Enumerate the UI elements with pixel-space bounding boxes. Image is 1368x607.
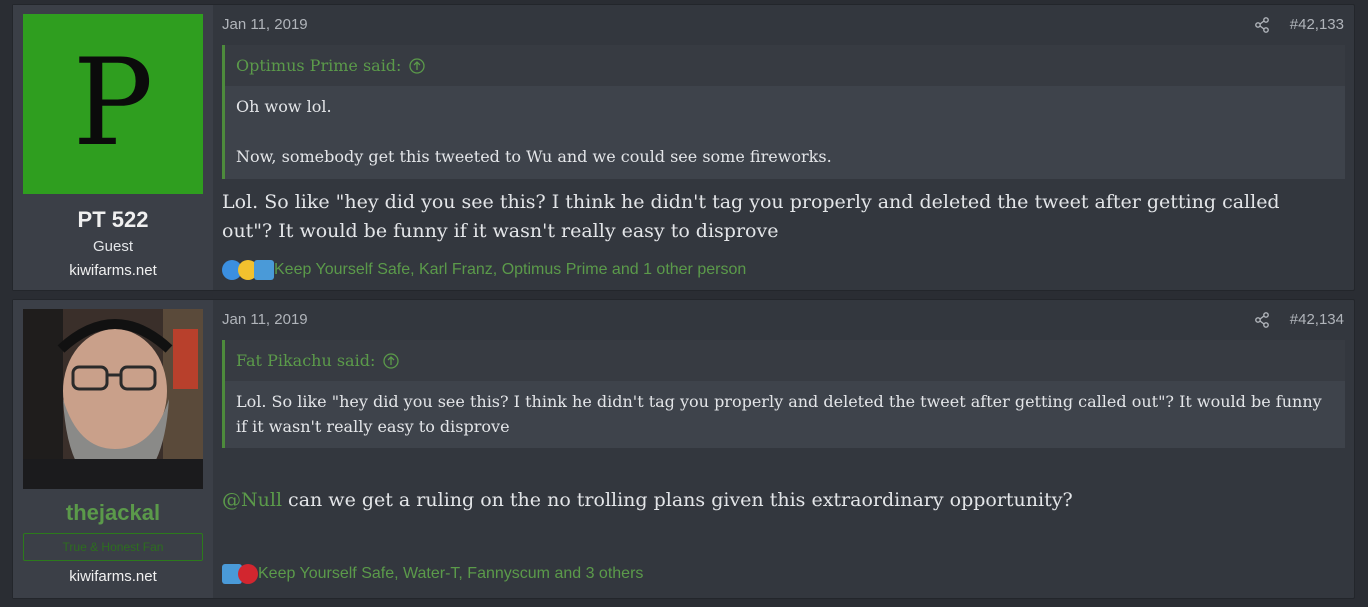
- post-number[interactable]: #42,134: [1290, 311, 1344, 328]
- reaction-users[interactable]: Keep Yourself Safe, Karl Franz, Optimus …: [274, 261, 746, 279]
- reactions-bar[interactable]: Keep Yourself Safe, Karl Franz, Optimus …: [222, 260, 746, 280]
- quote-header[interactable]: Optimus Prime said:: [225, 45, 1345, 86]
- heart-reaction-icon: [238, 564, 258, 584]
- avatar[interactable]: [23, 309, 203, 489]
- quote-header[interactable]: Fat Pikachu said:: [225, 340, 1345, 381]
- post-42134: thejackal True & Honest Fan kiwifarms.ne…: [12, 299, 1355, 599]
- avatar[interactable]: P: [23, 14, 203, 194]
- post-message: Lol. So like "hey did you see this? I th…: [222, 191, 1280, 242]
- user-pane: thejackal True & Honest Fan kiwifarms.ne…: [13, 300, 213, 598]
- user-mention-link[interactable]: @Null: [222, 489, 282, 511]
- puzzle-reaction-icon: [254, 260, 274, 280]
- message-text: can we get a ruling on the no trolling p…: [282, 489, 1073, 511]
- post-message: @Null can we get a ruling on the no trol…: [222, 486, 1332, 515]
- username[interactable]: thejackal: [13, 500, 213, 526]
- post-date[interactable]: Jan 11, 2019: [222, 16, 308, 33]
- user-site: kiwifarms.net: [69, 262, 157, 279]
- jump-to-quote-icon[interactable]: [409, 57, 426, 74]
- user-banner: True & Honest Fan: [23, 533, 203, 561]
- user-title: Guest: [92, 238, 134, 255]
- post-number[interactable]: #42,133: [1290, 16, 1344, 33]
- share-icon[interactable]: [1253, 311, 1271, 329]
- post-date[interactable]: Jan 11, 2019: [222, 311, 308, 328]
- reaction-icons: [222, 564, 258, 584]
- quote-line: Oh wow lol.: [236, 97, 332, 116]
- reaction-users[interactable]: Keep Yourself Safe, Water-T, Fannyscum a…: [258, 565, 643, 583]
- username[interactable]: PT 522: [13, 207, 213, 233]
- reaction-icons: [222, 260, 274, 280]
- jump-to-quote-icon[interactable]: [383, 352, 399, 369]
- quote-author[interactable]: Fat Pikachu said:: [236, 351, 375, 370]
- quote-line: Now, somebody get this tweeted to Wu and…: [236, 147, 832, 166]
- share-icon[interactable]: [1253, 16, 1271, 34]
- quote-block: Optimus Prime said: Oh wow lol. Now, som…: [222, 45, 1345, 179]
- user-pane: P PT 522 Guest kiwifarms.net: [13, 5, 213, 290]
- reactions-bar[interactable]: Keep Yourself Safe, Water-T, Fannyscum a…: [222, 564, 643, 584]
- user-site: kiwifarms.net: [69, 568, 157, 585]
- post-42133: P PT 522 Guest kiwifarms.net Jan 11, 201…: [12, 4, 1355, 291]
- quote-block: Fat Pikachu said: Lol. So like "hey did …: [222, 340, 1345, 448]
- quote-line: Lol. So like "hey did you see this? I th…: [236, 392, 1322, 436]
- quote-author[interactable]: Optimus Prime said:: [236, 56, 401, 75]
- quote-body: Lol. So like "hey did you see this? I th…: [225, 381, 1345, 439]
- quote-body: Oh wow lol. Now, somebody get this tweet…: [225, 86, 1345, 169]
